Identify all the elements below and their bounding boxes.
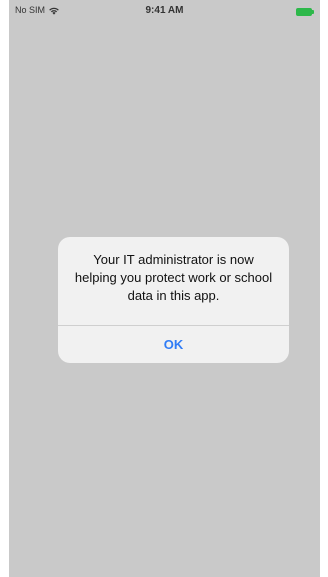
alert-message: Your IT administrator is now helping you… [74,252,273,303]
phone-screen: No SIM 9:41 AM Your IT administrator is … [9,0,320,577]
battery-icon [296,8,314,16]
alert-dialog: Your IT administrator is now helping you… [58,237,289,363]
ok-button[interactable]: OK [58,326,289,363]
carrier-group: No SIM [15,5,60,15]
wifi-icon [48,6,60,15]
status-bar: No SIM 9:41 AM [9,0,320,24]
carrier-label: No SIM [15,5,46,15]
